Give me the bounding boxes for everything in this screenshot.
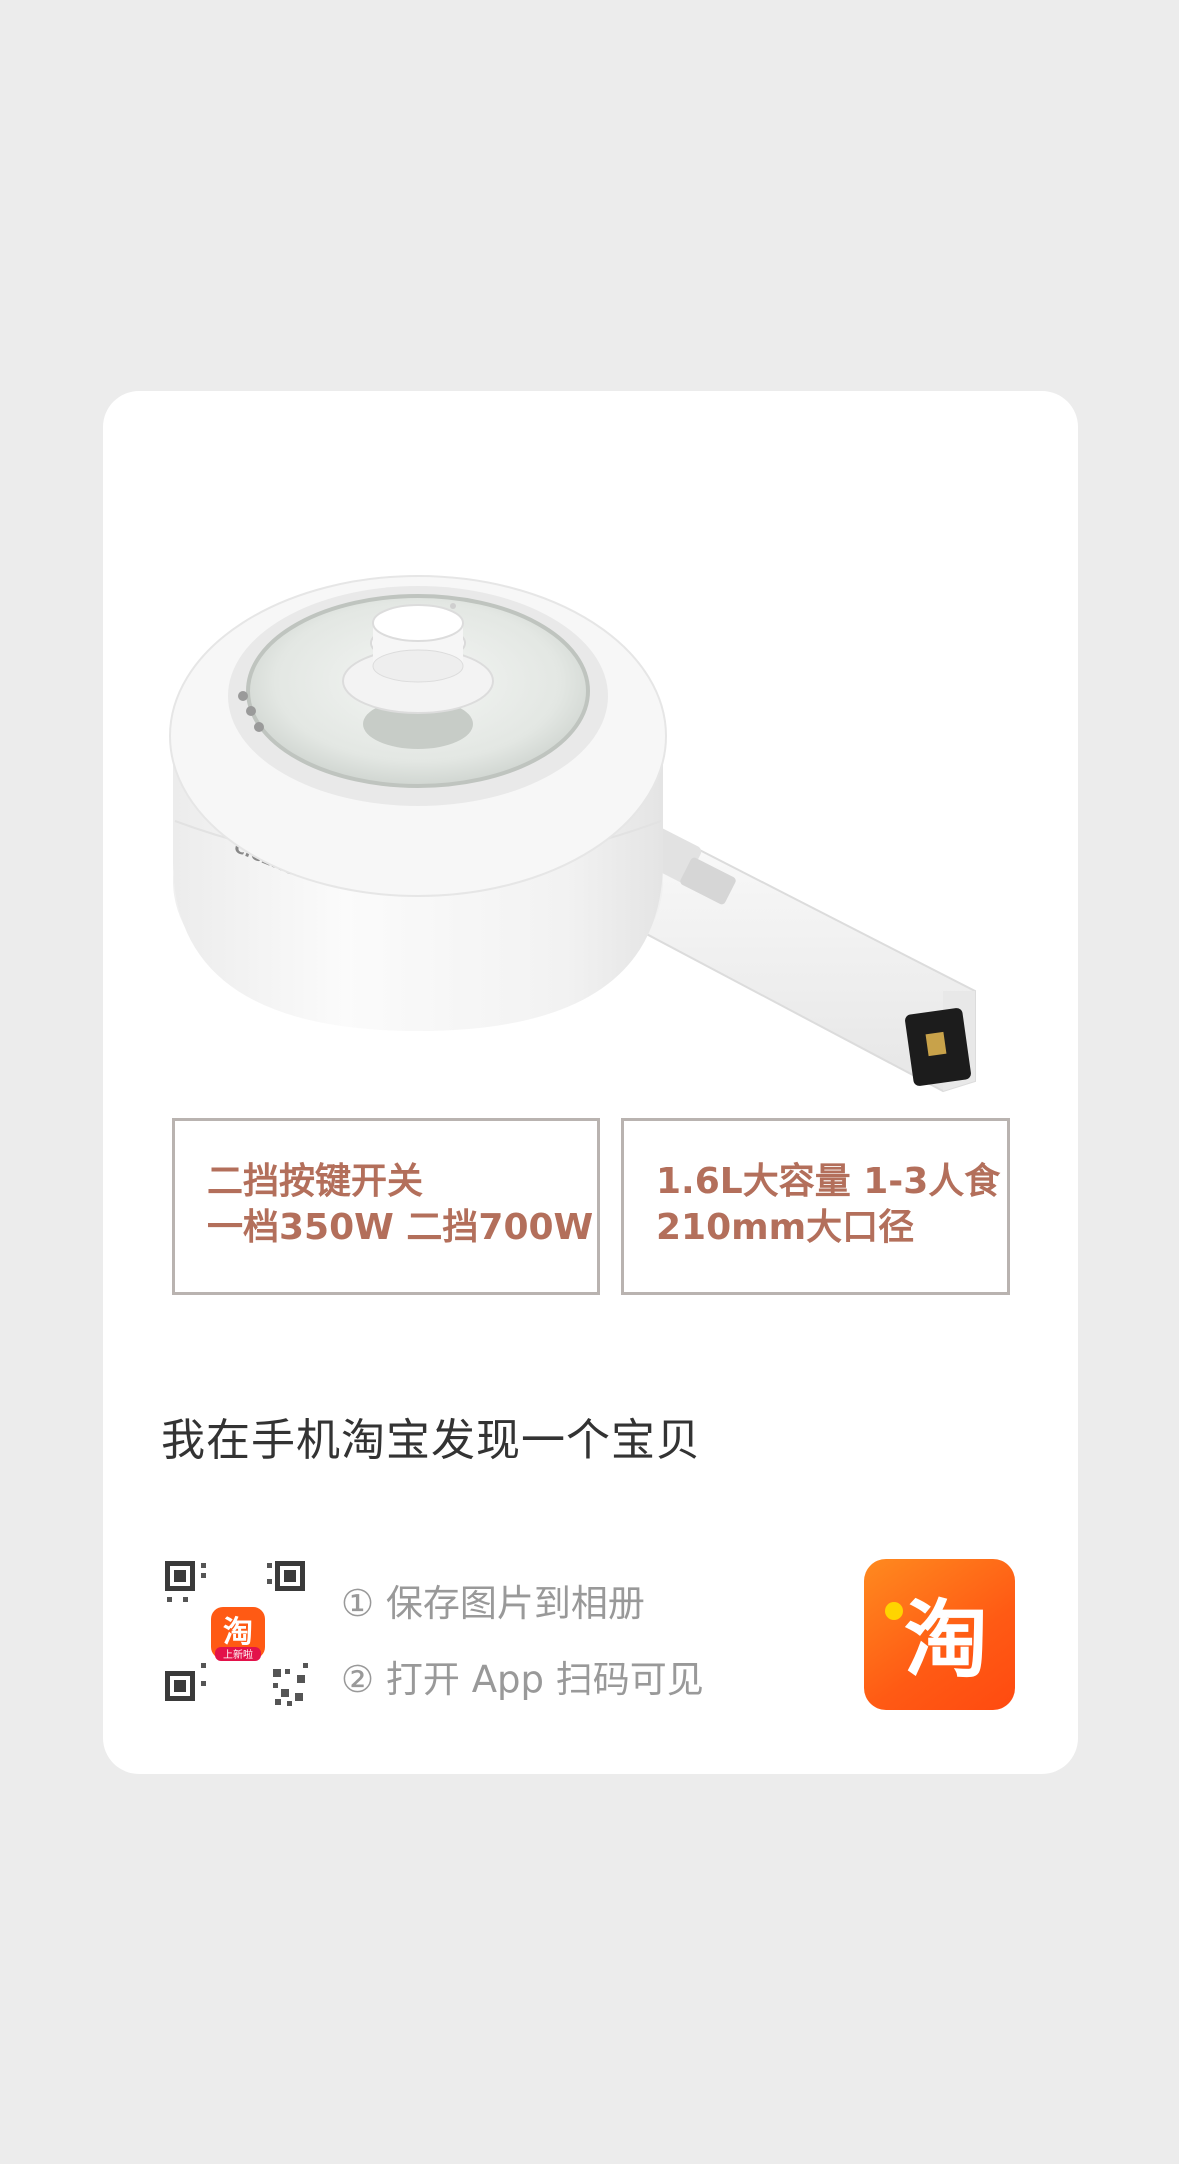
app-icon-char: 淘 [904, 1591, 988, 1689]
qr-badge-char: 淘 [223, 1615, 253, 1650]
feature-text: 二挡按键开关 [207, 1161, 424, 1202]
feature-box-capacity: 1.6L大容量 1-3人食 210mm大口径 [621, 1118, 1010, 1295]
taobao-logo-icon: 淘 [885, 1591, 988, 1689]
step-open-app-scan: ② 打开 App 扫码可见 [341, 1658, 704, 1701]
feature-text: 1.6L大容量 1-3人食 [656, 1161, 1001, 1202]
qr-badge-label: 上新啦 [223, 1648, 253, 1661]
taobao-app-icon[interactable]: 淘 [864, 1559, 1015, 1710]
pot-body: CICERO [169, 575, 667, 1031]
qr-code[interactable]: 淘 上新啦 [163, 1559, 313, 1709]
share-text: 我在手机淘宝发现一个宝贝 [161, 1415, 701, 1466]
qr-taobao-badge: 淘 上新啦 [211, 1607, 265, 1661]
page: CICERO 二挡按键开关 一档350W 二挡700W [0, 0, 1179, 2164]
feature-box-power: 二挡按键开关 一档350W 二挡700W [172, 1118, 600, 1295]
step-save-image: ① 保存图片到相册 [341, 1582, 645, 1625]
feature-text: 210mm大口径 [656, 1207, 915, 1248]
feature-text: 一档350W 二挡700W [207, 1207, 594, 1248]
share-card: CICERO 二挡按键开关 一档350W 二挡700W [103, 391, 1078, 1774]
